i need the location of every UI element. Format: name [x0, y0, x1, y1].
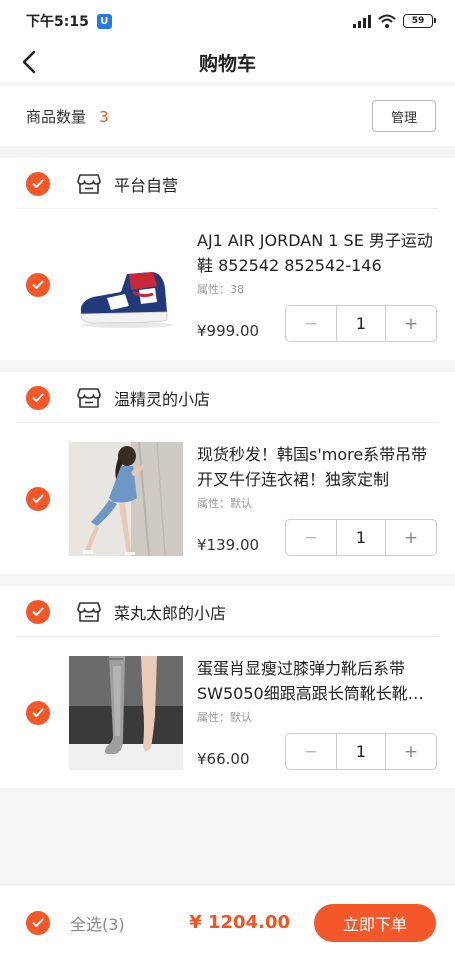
store-name[interactable]: 平台自营 — [114, 172, 178, 196]
decrease-button[interactable]: − — [286, 306, 336, 341]
total-price: ¥ 1204.00 — [189, 912, 290, 933]
product-price: ¥999.00 — [197, 322, 260, 340]
item-count-label: 商品数量 — [26, 107, 87, 126]
checkout-bar: 全选(3) ¥ 1204.00 立即下单 — [0, 884, 455, 960]
manage-button[interactable]: 管理 — [372, 100, 436, 132]
product-attribute: 属性：38 — [197, 283, 244, 296]
battery-icon: 59 — [403, 14, 436, 28]
cart-summary: 商品数量 3 管理 — [0, 86, 455, 146]
status-time: 下午5:15 — [26, 14, 89, 30]
check-icon — [32, 280, 44, 289]
back-arrow-icon — [22, 50, 36, 74]
place-order-button[interactable]: 立即下单 — [314, 903, 436, 942]
check-icon — [32, 708, 44, 717]
check-icon — [32, 393, 44, 402]
item-count: 商品数量 3 — [26, 106, 109, 127]
store-checkbox[interactable] — [26, 385, 50, 410]
store-icon — [76, 172, 102, 196]
status-bar: 下午5:15 U 59 — [0, 0, 455, 42]
store-name[interactable]: 温精灵的小店 — [114, 386, 210, 410]
quantity-value[interactable]: 1 — [336, 306, 386, 341]
quantity-stepper: − 1 + — [285, 305, 437, 342]
product-attribute: 属性：默认 — [197, 711, 252, 724]
cart-item: 现货秒发！韩国s'more系带吊带开叉牛仔连衣裙！独家定制 属性：默认 ¥139… — [0, 423, 455, 574]
quantity-value[interactable]: 1 — [336, 734, 386, 769]
increase-button[interactable]: + — [386, 734, 436, 769]
increase-button[interactable]: + — [386, 520, 436, 555]
store-header: 平台自营 — [0, 158, 455, 209]
product-image[interactable] — [69, 656, 183, 770]
cart-item: AJ1 AIR JORDAN 1 SE 男子运动鞋 852542 852542-… — [0, 209, 455, 360]
store-name[interactable]: 菜丸太郎的小店 — [114, 600, 226, 624]
store-header: 温精灵的小店 — [0, 372, 455, 423]
select-all-label[interactable]: 全选(3) — [70, 911, 125, 935]
product-info: 现货秒发！韩国s'more系带吊带开叉牛仔连衣裙！独家定制 属性：默认 ¥139… — [197, 442, 437, 556]
product-info: 蛋蛋肖显瘦过膝弹力靴后系带SW5050细跟高跟长筒靴长靴过膝靴 属性：默认 ¥6… — [197, 656, 437, 770]
status-left: 下午5:15 U — [26, 11, 112, 31]
check-icon — [32, 918, 44, 927]
product-title[interactable]: AJ1 AIR JORDAN 1 SE 男子运动鞋 852542 852542-… — [197, 228, 437, 278]
status-right: 59 — [353, 14, 436, 28]
store-checkbox[interactable] — [26, 599, 50, 624]
product-attribute: 属性：默认 — [197, 497, 252, 510]
back-button[interactable] — [14, 46, 44, 78]
item-checkbox[interactable] — [26, 272, 50, 297]
decrease-button[interactable]: − — [286, 520, 336, 555]
cart-item: 蛋蛋肖显瘦过膝弹力靴后系带SW5050细跟高跟长筒靴长靴过膝靴 属性：默认 ¥6… — [0, 637, 455, 788]
decrease-button[interactable]: − — [286, 734, 336, 769]
product-price: ¥139.00 — [197, 536, 260, 554]
check-icon — [32, 607, 44, 616]
store-checkbox[interactable] — [26, 171, 50, 196]
increase-button[interactable]: + — [386, 306, 436, 341]
quantity-value[interactable]: 1 — [336, 520, 386, 555]
store-section: 平台自营 AJ1 AIR JORDAN 1 SE 男子运动鞋 852542 85… — [0, 158, 455, 360]
item-checkbox[interactable] — [26, 700, 50, 725]
store-section: 温精灵的小店 现货秒发！韩国s'more系带吊带开叉牛仔连衣裙！独家定制 属性：… — [0, 372, 455, 574]
store-section: 菜丸太郎的小店 蛋蛋肖显瘦过膝弹力靴后系带SW5050细跟高跟长筒靴长靴过膝靴 … — [0, 586, 455, 788]
product-price: ¥66.00 — [197, 750, 250, 768]
store-icon — [76, 600, 102, 624]
product-title[interactable]: 蛋蛋肖显瘦过膝弹力靴后系带SW5050细跟高跟长筒靴长靴过膝靴 — [197, 656, 437, 706]
select-all-checkbox[interactable] — [26, 910, 50, 935]
check-icon — [32, 179, 44, 188]
quantity-stepper: − 1 + — [285, 733, 437, 770]
signal-icon — [353, 14, 371, 28]
app-badge-icon: U — [96, 13, 112, 29]
check-icon — [32, 494, 44, 503]
store-icon — [76, 386, 102, 410]
store-header: 菜丸太郎的小店 — [0, 586, 455, 637]
wifi-icon — [378, 14, 396, 28]
item-count-value: 3 — [99, 107, 109, 126]
nav-bar: 购物车 — [0, 42, 455, 82]
product-image[interactable] — [69, 228, 183, 342]
product-image[interactable] — [69, 442, 183, 556]
product-info: AJ1 AIR JORDAN 1 SE 男子运动鞋 852542 852542-… — [197, 228, 437, 342]
product-title[interactable]: 现货秒发！韩国s'more系带吊带开叉牛仔连衣裙！独家定制 — [197, 442, 437, 492]
page-title: 购物车 — [198, 52, 256, 75]
item-checkbox[interactable] — [26, 486, 50, 511]
quantity-stepper: − 1 + — [285, 519, 437, 556]
